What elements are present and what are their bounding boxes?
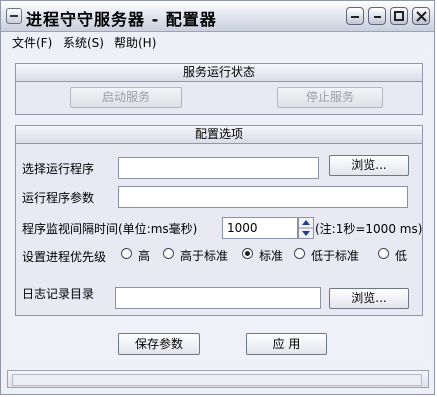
main-window: 进程守守服务器 - 配置器 文件(F) 系统(S) 帮助(H) 服务运行状态 启… [0, 0, 435, 395]
priority-label: 设置进程优先级 [22, 250, 107, 264]
interval-note: (注:1秒=1000 ms) [315, 222, 423, 236]
system-menu-icon[interactable] [6, 8, 22, 24]
menu-system[interactable]: 系统(S) [63, 34, 104, 51]
title-bar[interactable]: 进程守守服务器 - 配置器 [1, 1, 434, 32]
args-input[interactable] [118, 186, 408, 208]
maximize-icon [394, 11, 404, 21]
menu-file[interactable]: 文件(F) [12, 34, 52, 51]
interval-label: 程序监视间隔时间(单位:ms毫秒) [22, 222, 198, 236]
apply-button[interactable]: 应 用 [246, 333, 327, 355]
config-options-title: 配置选项 [16, 126, 422, 144]
close-icon [416, 11, 427, 22]
stop-service-button[interactable]: 停止服务 [277, 87, 383, 108]
radio-icon [163, 248, 174, 259]
menu-help[interactable]: 帮助(H) [114, 34, 156, 51]
maximize-button[interactable] [390, 7, 408, 25]
service-status-title: 服务运行状态 [16, 64, 422, 82]
radio-selected-icon [242, 248, 253, 259]
save-params-button[interactable]: 保存参数 [118, 333, 200, 355]
log-dir-input[interactable] [115, 287, 321, 309]
minimize-button[interactable] [346, 7, 364, 25]
program-label: 选择运行程序 [22, 162, 95, 176]
restore-button[interactable] [368, 7, 386, 25]
log-dir-label: 日志记录目录 [22, 287, 95, 301]
log-browse-button[interactable]: 浏览... [329, 288, 409, 309]
interval-input[interactable]: 1000 [222, 217, 298, 239]
spinner-arrows-icon [298, 217, 314, 239]
program-browse-button[interactable]: 浏览... [329, 155, 409, 176]
start-service-button[interactable]: 启动服务 [70, 87, 182, 108]
close-button[interactable] [412, 7, 430, 25]
radio-icon [294, 248, 305, 259]
minimize-icon [351, 16, 359, 18]
status-bar [7, 370, 429, 388]
program-input[interactable] [118, 157, 319, 179]
radio-icon [378, 248, 389, 259]
args-label: 运行程序参数 [22, 191, 95, 205]
window-title: 进程守守服务器 - 配置器 [26, 10, 217, 29]
restore-icon [374, 16, 381, 18]
status-pane [12, 374, 422, 386]
interval-spinner[interactable] [298, 217, 314, 239]
radio-icon [121, 248, 132, 259]
menu-bar: 文件(F) 系统(S) 帮助(H) [1, 31, 434, 53]
